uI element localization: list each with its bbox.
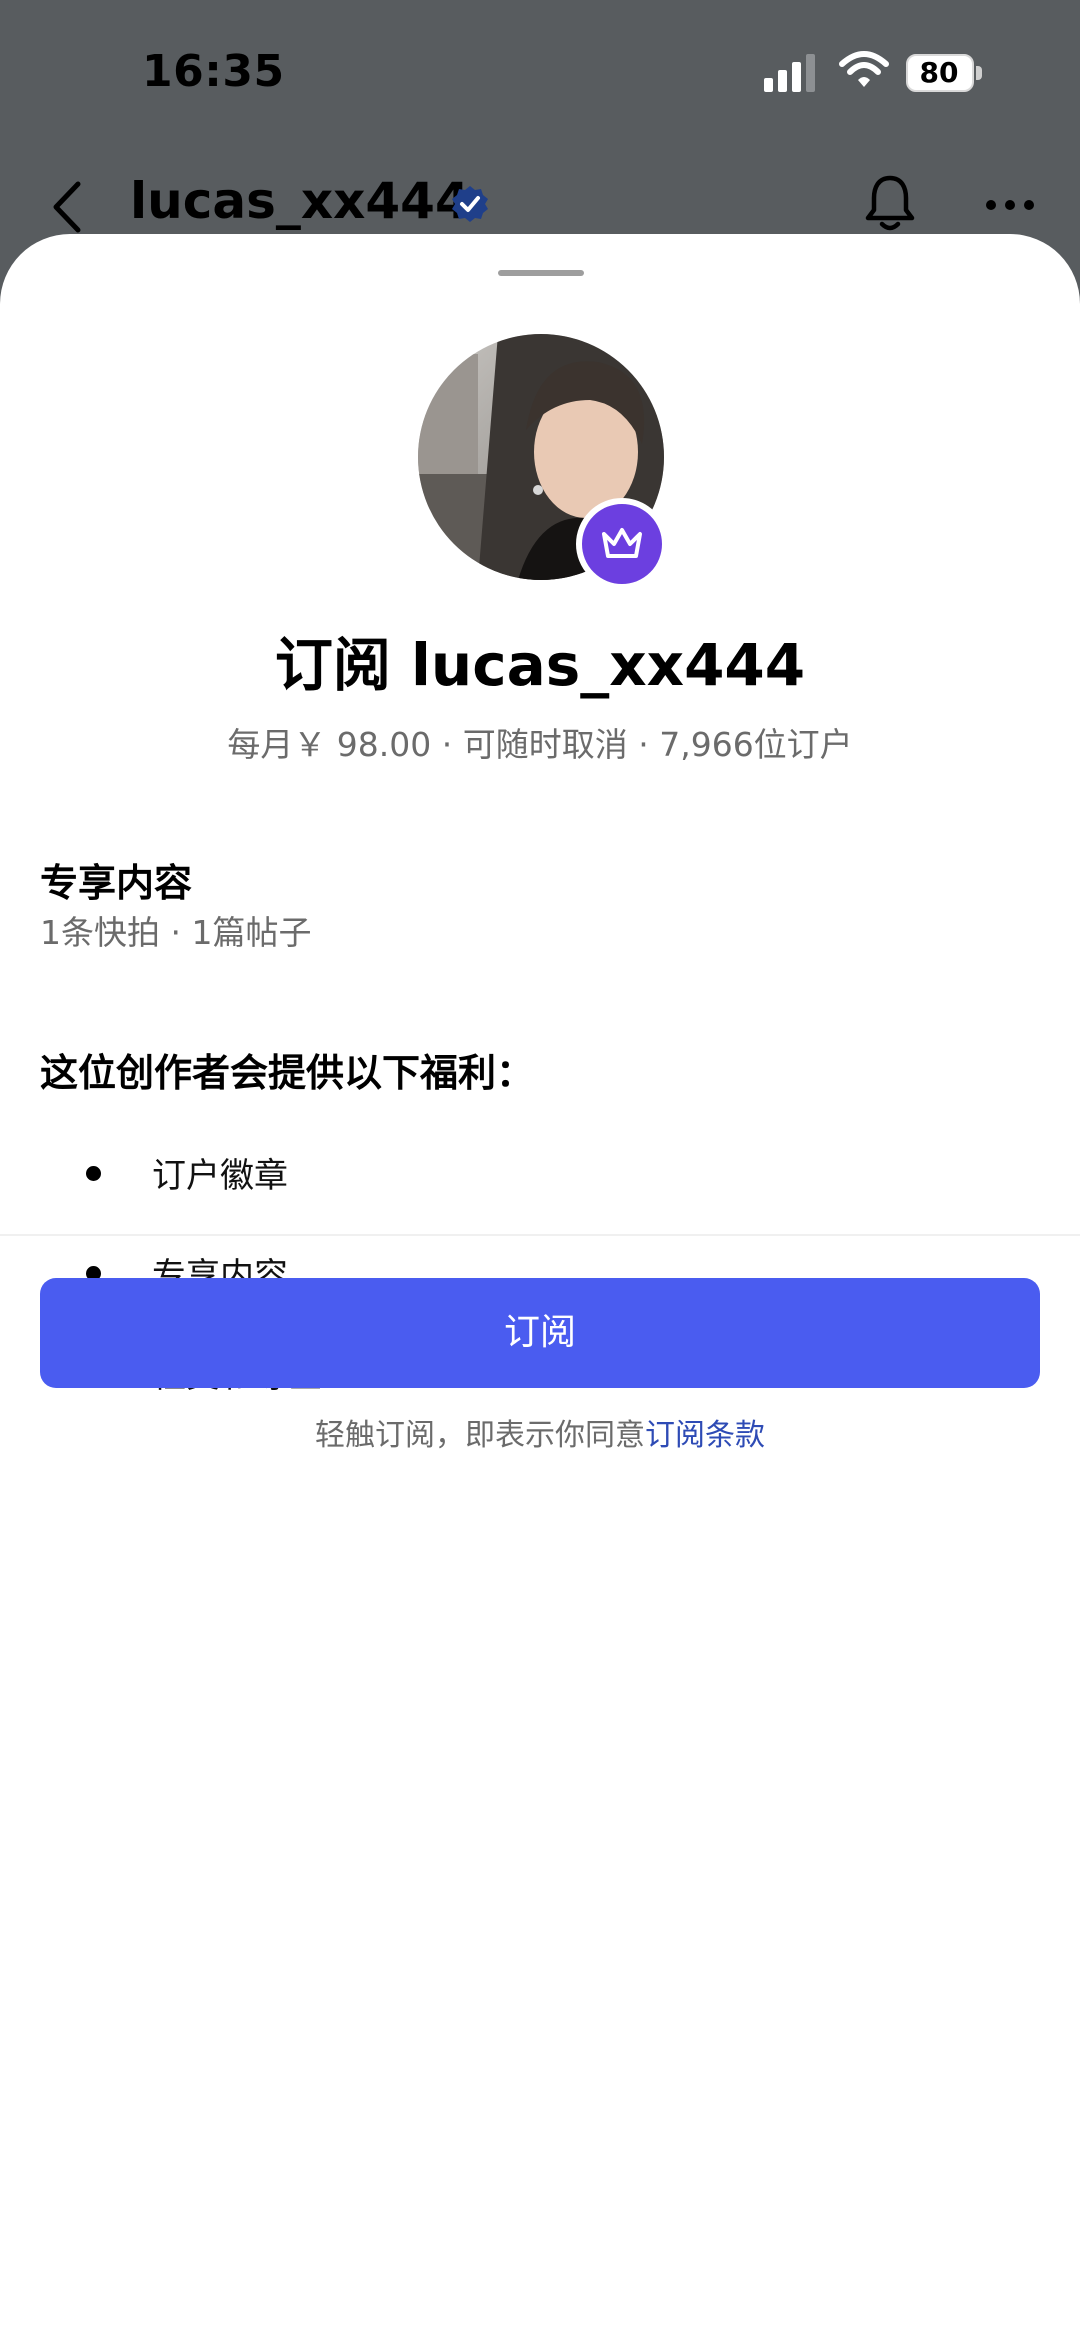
subscription-screen: 16:35 80 lucas_xx444 订阅 lucas_xx444 每月￥ …: [0, 0, 1080, 2340]
terms-link[interactable]: 订阅条款: [645, 1418, 765, 1453]
terms-prefix: 轻触订阅，即表示你同意: [315, 1418, 645, 1453]
list-item: 订户徽章: [0, 1144, 1080, 1244]
status-time: 16:35: [142, 46, 285, 97]
divider: [0, 1234, 1080, 1236]
wifi-icon: [839, 51, 889, 87]
exclusive-content-count: 1条快拍 · 1篇帖子: [40, 913, 312, 952]
signal-icon: [764, 54, 815, 92]
benefit-label: 订户徽章: [152, 1156, 288, 1196]
exclusive-content-section: 专享内容 1条快拍 · 1篇帖子: [40, 858, 311, 958]
battery-level: 80: [919, 56, 959, 89]
more-icon[interactable]: [984, 198, 1036, 212]
bullet-icon: [86, 1166, 101, 1181]
status-bar: 16:35 80: [0, 0, 1080, 140]
subscribe-button[interactable]: 订阅: [40, 1278, 1040, 1388]
battery-icon: 80: [906, 54, 982, 92]
drag-handle[interactable]: [498, 270, 584, 276]
exclusive-content-title: 专享内容: [40, 861, 193, 905]
crown-badge-icon: [576, 498, 668, 590]
subscription-meta: 每月￥ 98.00 · 可随时取消 · 7,966位订户: [227, 725, 853, 764]
benefits-title: 这位创作者会提供以下福利：: [40, 1051, 535, 1095]
sheet-title: 订阅 lucas_xx444: [274, 631, 806, 699]
terms-notice: 轻触订阅，即表示你同意订阅条款: [0, 1410, 1080, 1454]
bell-icon[interactable]: [862, 172, 918, 234]
back-icon[interactable]: [48, 180, 92, 234]
header-username: lucas_xx444: [130, 172, 470, 230]
verified-icon: [452, 186, 488, 222]
